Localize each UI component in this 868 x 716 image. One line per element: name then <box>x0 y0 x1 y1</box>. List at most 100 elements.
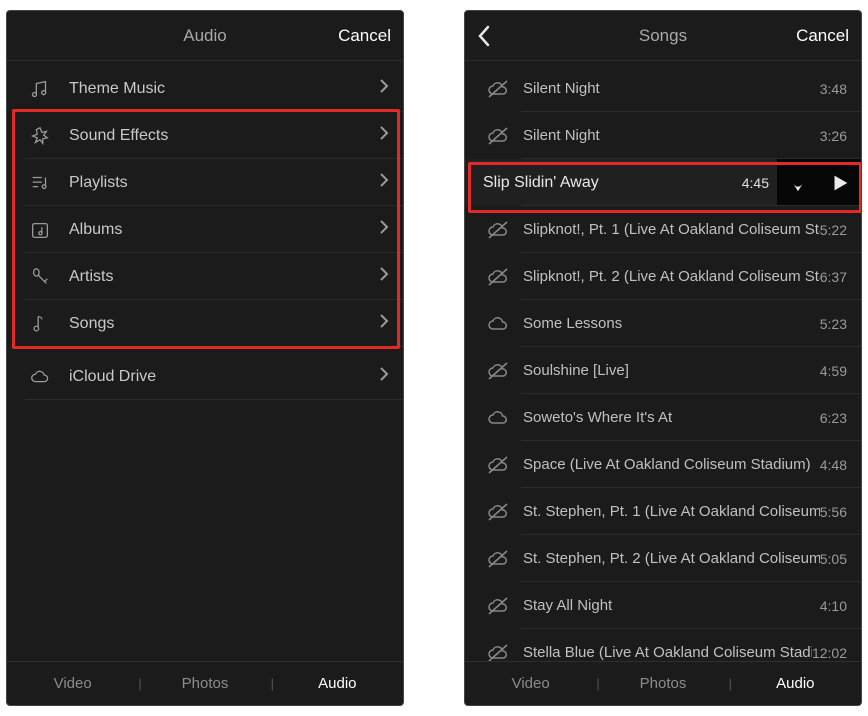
song-row[interactable]: Stay All Night4:10 <box>465 582 861 629</box>
song-title: Slipknot!, Pt. 2 (Live At Oakland Colise… <box>513 268 820 285</box>
song-row[interactable]: Silent Night3:48 <box>465 65 861 112</box>
chevron-right-icon <box>379 313 389 334</box>
chevron-right-icon <box>379 125 389 146</box>
song-row[interactable]: Soweto's Where It's At6:23 <box>465 394 861 441</box>
nav-title: Audio <box>183 26 226 46</box>
bottom-tabbar: Video | Photos | Audio <box>465 661 861 705</box>
sound-effects-row[interactable]: Sound Effects <box>7 112 403 159</box>
sound-effects-icon <box>25 125 55 147</box>
songs-list-screen: Songs Cancel Silent Night3:48Silent Nigh… <box>464 10 862 706</box>
tab-audio[interactable]: Audio <box>730 675 861 692</box>
song-duration: 5:56 <box>820 504 861 520</box>
playlists-row[interactable]: Playlists <box>7 159 403 206</box>
row-label: Sound Effects <box>55 127 379 145</box>
song-row[interactable]: Slipknot!, Pt. 2 (Live At Oakland Colise… <box>465 253 861 300</box>
song-row[interactable]: Silent Night3:26 <box>465 112 861 159</box>
back-button[interactable] <box>465 11 503 61</box>
song-row[interactable]: Slip Slidin' Away4:45 <box>465 159 861 206</box>
cancel-button[interactable]: Cancel <box>784 11 861 61</box>
songs-icon <box>25 313 55 335</box>
chevron-right-icon <box>379 172 389 193</box>
cloud-icon <box>483 312 513 336</box>
song-row[interactable]: Some Lessons5:23 <box>465 300 861 347</box>
icloud-icon <box>25 366 55 388</box>
cloud-off-icon <box>483 124 513 148</box>
song-duration: 5:05 <box>820 551 861 567</box>
song-row[interactable]: Stella Blue (Live At Oakland Coliseum St… <box>465 629 861 661</box>
cloud-off-icon <box>483 641 513 662</box>
tab-video[interactable]: Video <box>7 675 138 692</box>
artists-row[interactable]: Artists <box>7 253 403 300</box>
song-title: Soweto's Where It's At <box>513 409 820 426</box>
cloud-off-icon <box>483 359 513 383</box>
song-title: Some Lessons <box>513 315 820 332</box>
song-row[interactable]: Slipknot!, Pt. 1 (Live At Oakland Colise… <box>465 206 861 253</box>
row-label: Artists <box>55 268 379 286</box>
song-title: Space (Live At Oakland Coliseum Stadium) <box>513 456 820 473</box>
song-row[interactable]: Soulshine [Live]4:59 <box>465 347 861 394</box>
albums-icon <box>25 219 55 241</box>
row-label: Playlists <box>55 174 379 192</box>
cloud-off-icon <box>483 218 513 242</box>
song-duration: 4:59 <box>820 363 861 379</box>
songs-list[interactable]: Silent Night3:48Silent Night3:26Slip Sli… <box>465 61 861 661</box>
tab-photos[interactable]: Photos <box>597 675 728 692</box>
icloud-drive-row[interactable]: iCloud Drive <box>7 353 403 400</box>
bottom-tabbar: Video | Photos | Audio <box>7 661 403 705</box>
tab-video[interactable]: Video <box>465 675 596 692</box>
playlists-icon <box>25 172 55 194</box>
cloud-off-icon <box>483 500 513 524</box>
navbar: Audio Cancel <box>7 11 403 61</box>
row-label: Theme Music <box>55 80 379 98</box>
song-title: Silent Night <box>513 127 820 144</box>
cloud-icon <box>483 406 513 430</box>
navbar: Songs Cancel <box>465 11 861 61</box>
audio-browser-screen: Audio Cancel Theme Music Sound Effects <box>6 10 404 706</box>
cloud-off-icon <box>483 453 513 477</box>
play-button[interactable] <box>819 159 861 206</box>
song-duration: 4:48 <box>820 457 861 473</box>
song-duration: 3:26 <box>820 128 861 144</box>
cloud-off-icon <box>483 594 513 618</box>
song-duration: 5:22 <box>820 222 861 238</box>
tab-audio[interactable]: Audio <box>272 675 403 692</box>
song-duration: 6:23 <box>820 410 861 426</box>
song-title: St. Stephen, Pt. 2 (Live At Oakland Coli… <box>513 550 820 567</box>
song-duration: 3:48 <box>820 81 861 97</box>
audio-category-list: Theme Music Sound Effects Playlists <box>7 61 403 661</box>
albums-row[interactable]: Albums <box>7 206 403 253</box>
songs-row[interactable]: Songs <box>7 300 403 347</box>
song-duration: 6:37 <box>820 269 861 285</box>
download-button[interactable] <box>777 159 819 206</box>
song-row[interactable]: St. Stephen, Pt. 1 (Live At Oakland Coli… <box>465 488 861 535</box>
cloud-off-icon <box>483 547 513 571</box>
cloud-off-icon <box>483 265 513 289</box>
cancel-button[interactable]: Cancel <box>326 11 403 61</box>
song-title: St. Stephen, Pt. 1 (Live At Oakland Coli… <box>513 503 820 520</box>
row-label: Albums <box>55 221 379 239</box>
nav-title: Songs <box>639 26 687 46</box>
song-duration: 5:23 <box>820 316 861 332</box>
song-title: Stella Blue (Live At Oakland Coliseum St… <box>513 644 812 661</box>
song-row[interactable]: St. Stephen, Pt. 2 (Live At Oakland Coli… <box>465 535 861 582</box>
theme-music-icon <box>25 78 55 100</box>
chevron-right-icon <box>379 366 389 387</box>
song-duration: 4:10 <box>820 598 861 614</box>
chevron-right-icon <box>379 266 389 287</box>
song-title: Slipknot!, Pt. 1 (Live At Oakland Colise… <box>513 221 820 238</box>
row-label: Songs <box>55 315 379 333</box>
song-duration: 12:02 <box>812 645 861 661</box>
chevron-right-icon <box>379 78 389 99</box>
artists-icon <box>25 266 55 288</box>
theme-music-row[interactable]: Theme Music <box>7 65 403 112</box>
song-row[interactable]: Space (Live At Oakland Coliseum Stadium)… <box>465 441 861 488</box>
chevron-right-icon <box>379 219 389 240</box>
song-title: Soulshine [Live] <box>513 362 820 379</box>
tab-photos[interactable]: Photos <box>139 675 270 692</box>
song-duration: 4:45 <box>742 175 777 191</box>
cloud-off-icon <box>483 77 513 101</box>
song-title: Silent Night <box>513 80 820 97</box>
song-title: Stay All Night <box>513 597 820 614</box>
row-label: iCloud Drive <box>55 368 379 386</box>
song-title: Slip Slidin' Away <box>483 174 742 192</box>
